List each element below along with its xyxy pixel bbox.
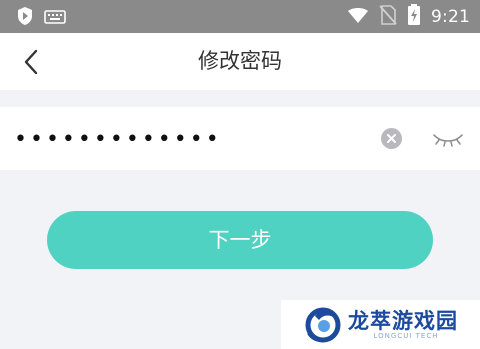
navigation-bar: 修改密码 [0, 33, 480, 90]
next-step-button[interactable]: 下一步 [47, 211, 433, 269]
clear-circle-icon [387, 134, 396, 143]
dragon-logo-icon [303, 304, 343, 344]
chevron-left-icon [24, 49, 38, 75]
watermark-subtitle: LONGCUI TECH [373, 332, 439, 340]
section-divider [0, 90, 480, 107]
shield-icon [16, 6, 34, 30]
no-sim-icon [379, 5, 397, 29]
back-button[interactable] [18, 48, 46, 76]
watermark-name: 龙萃游戏园 [348, 309, 458, 333]
battery-charging-icon [407, 4, 421, 30]
page-title: 修改密码 [198, 49, 282, 73]
wifi-icon [347, 6, 369, 28]
password-input[interactable] [14, 121, 364, 157]
status-bar: 9:21 [0, 0, 480, 33]
clock-time: 9:21 [431, 7, 470, 27]
password-row [0, 107, 480, 170]
site-watermark: 龙萃游戏园 LONGCUI TECH [281, 300, 480, 349]
keyboard-icon [44, 9, 66, 28]
toggle-visibility-button[interactable] [431, 130, 465, 148]
clear-input-button[interactable] [381, 128, 402, 149]
eye-closed-icon [433, 134, 463, 147]
